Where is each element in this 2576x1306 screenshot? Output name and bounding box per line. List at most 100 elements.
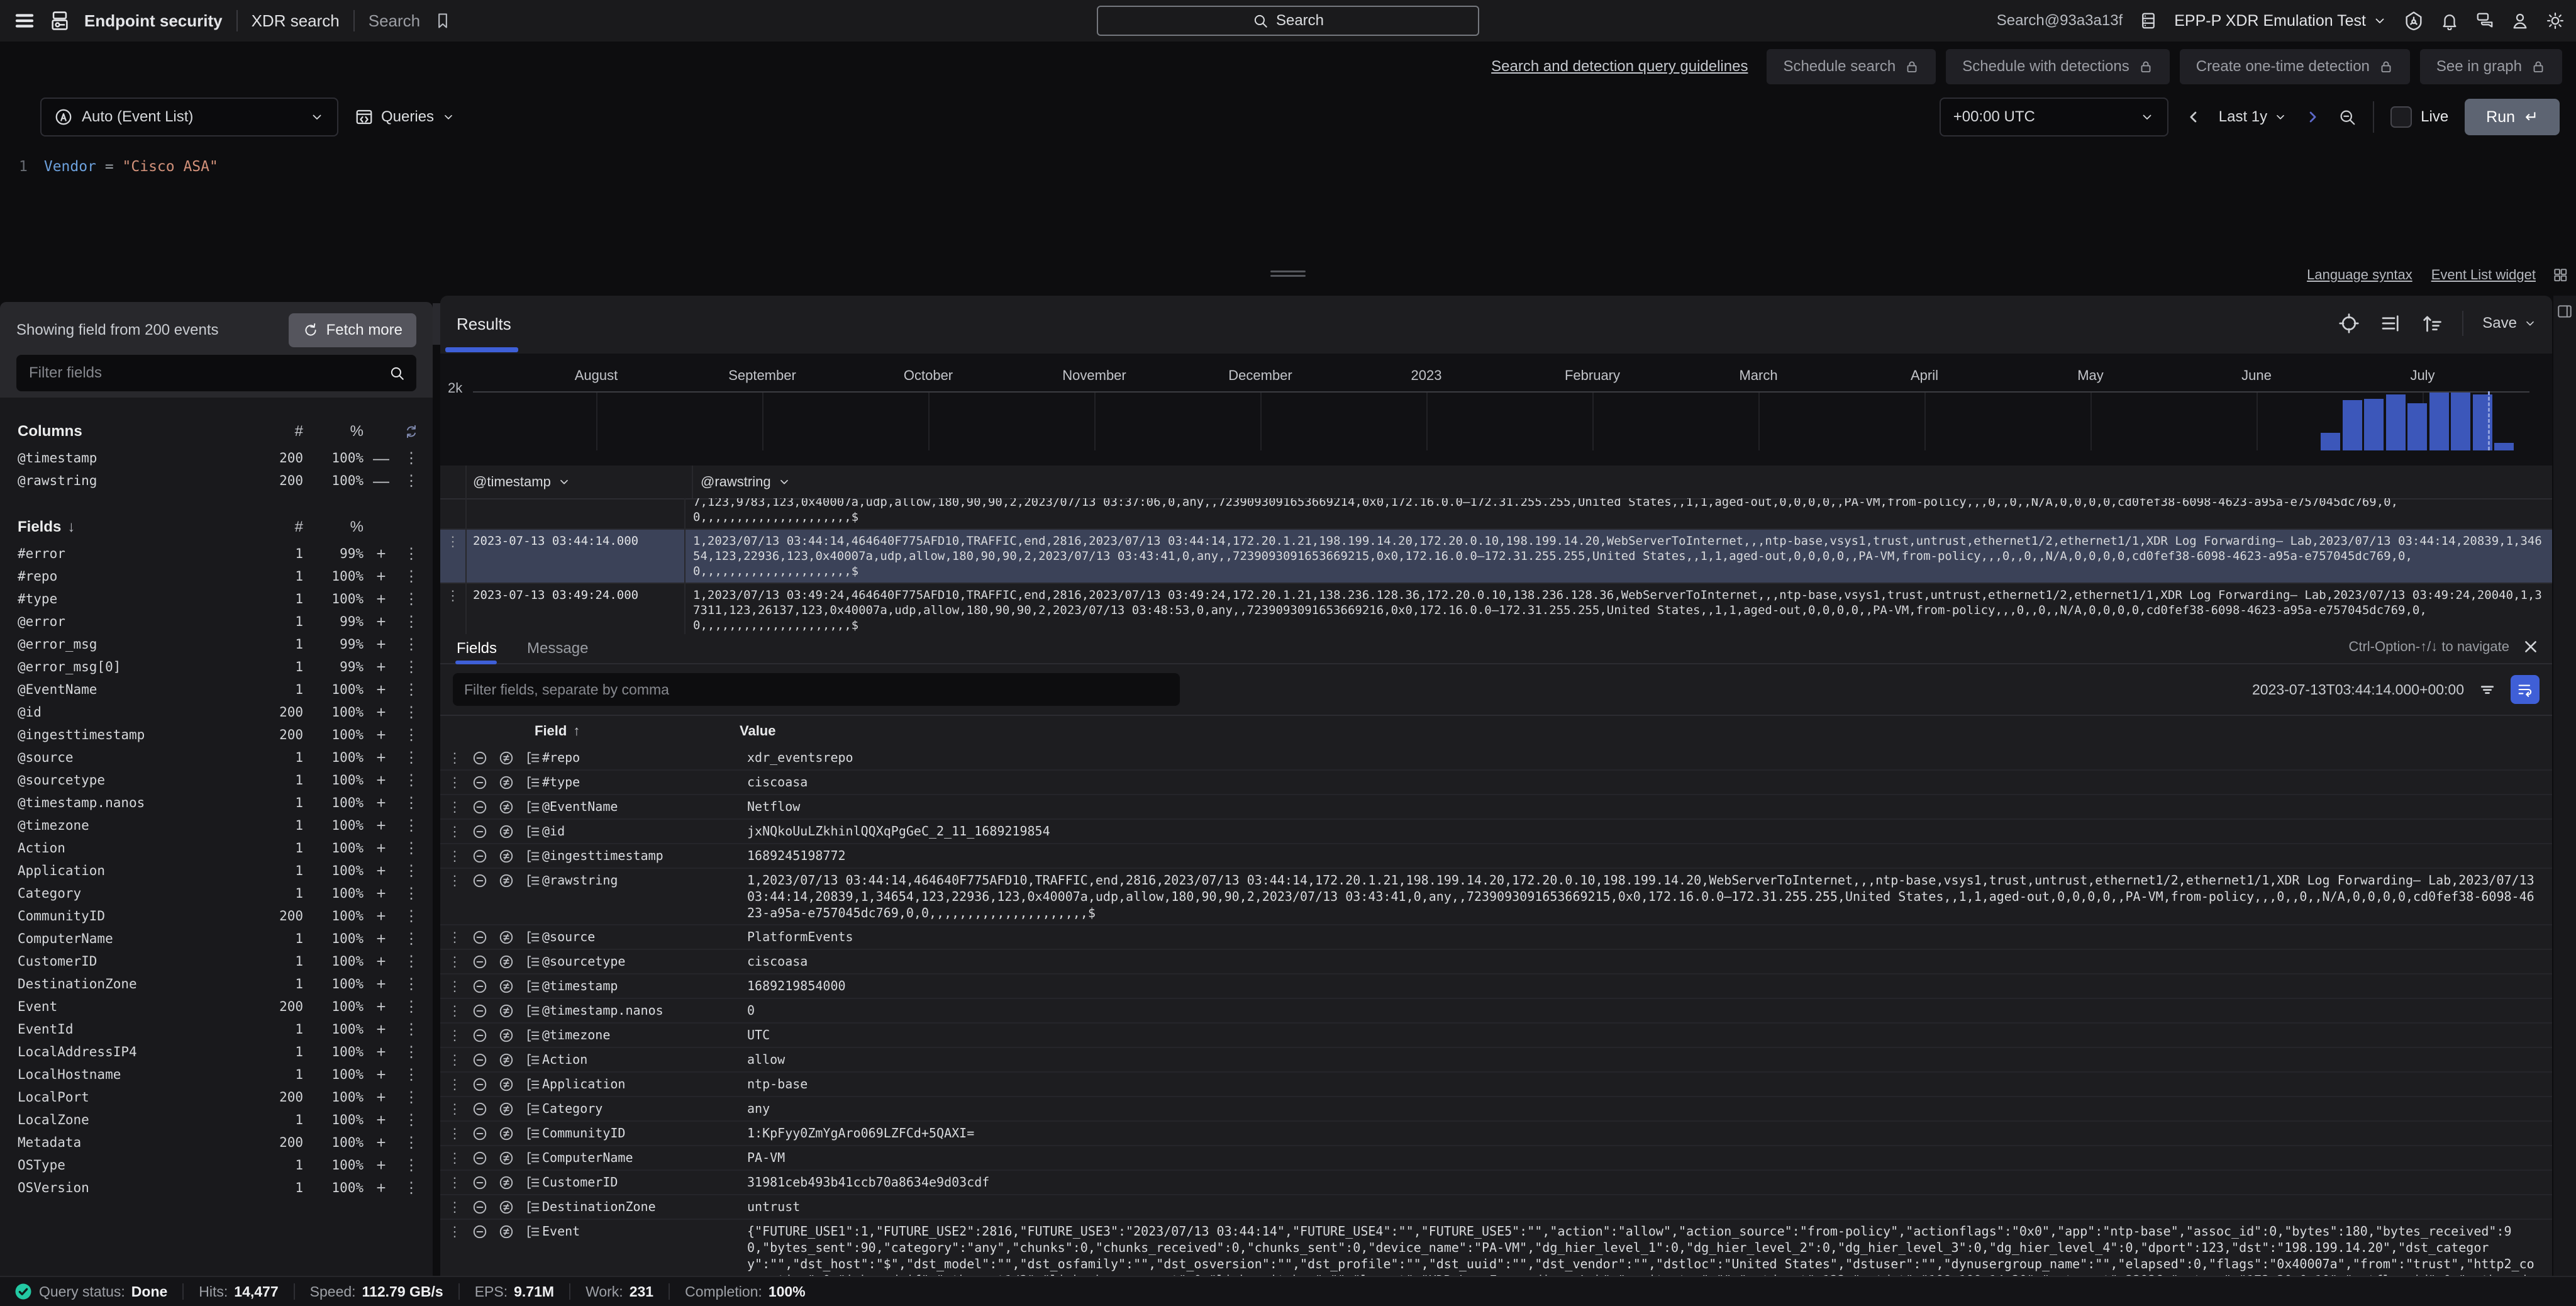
- filter-exclude-icon[interactable]: [472, 1175, 488, 1191]
- field-menu-kebab-icon[interactable]: ⋮: [399, 885, 424, 903]
- field-row[interactable]: @error_msg199%+⋮: [0, 633, 433, 656]
- add-field-button[interactable]: +: [364, 816, 399, 835]
- field-row[interactable]: @timezone1100%+⋮: [0, 814, 433, 837]
- field-row[interactable]: DestinationZone1100%+⋮: [0, 973, 433, 995]
- field-row[interactable]: OSType1100%+⋮: [0, 1154, 433, 1176]
- filter-not-equal-icon[interactable]: [498, 823, 514, 840]
- field-menu-kebab-icon[interactable]: ⋮: [399, 1156, 424, 1175]
- add-field-button[interactable]: +: [364, 861, 399, 881]
- field-row[interactable]: CustomerID1100%+⋮: [0, 950, 433, 973]
- group-by-icon[interactable]: [525, 978, 541, 995]
- group-by-icon[interactable]: [525, 774, 541, 791]
- histogram-bar[interactable]: [2321, 433, 2340, 450]
- detail-field-row[interactable]: ⋮@rawstring1,2023/07/13 03:44:14,464640F…: [440, 869, 2552, 925]
- detail-field-row[interactable]: ⋮Categoryany: [440, 1097, 2552, 1122]
- row-menu-kebab-icon[interactable]: ⋮: [448, 799, 462, 815]
- tab-message[interactable]: Message: [527, 640, 588, 657]
- global-search-input[interactable]: Search: [1097, 6, 1479, 36]
- add-field-button[interactable]: +: [364, 680, 399, 700]
- field-menu-kebab-icon[interactable]: ⋮: [399, 635, 424, 654]
- field-row[interactable]: OSVersion1100%+⋮: [0, 1176, 433, 1199]
- group-by-icon[interactable]: [525, 1150, 541, 1166]
- add-field-button[interactable]: +: [364, 1133, 399, 1153]
- field-row[interactable]: EventId1100%+⋮: [0, 1018, 433, 1041]
- group-by-icon[interactable]: [525, 848, 541, 864]
- field-row[interactable]: @error_msg[0]199%+⋮: [0, 656, 433, 678]
- event-list-widget-link[interactable]: Event List widget: [2431, 267, 2536, 283]
- row-menu-kebab-icon[interactable]: ⋮: [448, 774, 462, 791]
- field-menu-kebab-icon[interactable]: ⋮: [399, 907, 424, 925]
- add-field-button[interactable]: +: [364, 635, 399, 654]
- histogram-bar[interactable]: [2364, 399, 2384, 450]
- row-menu-kebab-icon[interactable]: ⋮: [448, 1175, 462, 1191]
- filter-not-equal-icon[interactable]: [498, 1076, 514, 1093]
- add-field-button[interactable]: +: [364, 974, 399, 994]
- field-menu-kebab-icon[interactable]: ⋮: [399, 839, 424, 857]
- add-field-button[interactable]: +: [364, 612, 399, 632]
- detail-field-row[interactable]: ⋮Event{"FUTURE_USE1":1,"FUTURE_USE2":281…: [440, 1220, 2552, 1277]
- group-by-icon[interactable]: [525, 954, 541, 970]
- action-button[interactable]: See in graph: [2420, 49, 2562, 84]
- field-menu-kebab-icon[interactable]: ⋮: [399, 1043, 424, 1061]
- field-menu-kebab-icon[interactable]: ⋮: [399, 726, 424, 744]
- filter-exclude-icon[interactable]: [472, 873, 488, 889]
- detail-field-row[interactable]: ⋮CommunityID1:KpFyy0ZmYgAro069LZFCd+5QAX…: [440, 1122, 2552, 1146]
- field-row[interactable]: #repo1100%+⋮: [0, 565, 433, 588]
- filter-not-equal-icon[interactable]: [498, 750, 514, 766]
- messages-chat-icon[interactable]: [2475, 11, 2494, 30]
- live-checkbox[interactable]: [2390, 106, 2412, 128]
- rawstring-column-header[interactable]: @rawstring: [693, 474, 2552, 490]
- time-back-button[interactable]: [2185, 108, 2202, 126]
- field-menu-kebab-icon[interactable]: ⋮: [399, 749, 424, 767]
- detail-field-row[interactable]: ⋮#repoxdr_eventsrepo: [440, 746, 2552, 771]
- timestamp-column-header[interactable]: @timestamp: [467, 466, 693, 498]
- field-row[interactable]: LocalAddressIP41100%+⋮: [0, 1041, 433, 1063]
- field-row[interactable]: LocalPort200100%+⋮: [0, 1086, 433, 1108]
- breadcrumb-product[interactable]: Endpoint security: [84, 11, 223, 31]
- data-connector-icon[interactable]: [2139, 11, 2158, 30]
- fetch-more-button[interactable]: Fetch more: [289, 313, 416, 347]
- target-crosshair-icon[interactable]: [2338, 312, 2360, 335]
- field-header-label[interactable]: Field: [535, 723, 567, 739]
- group-by-icon[interactable]: [525, 1027, 541, 1044]
- sync-columns-icon[interactable]: [403, 423, 419, 440]
- detail-field-row[interactable]: ⋮ComputerNamePA-VM: [440, 1146, 2552, 1171]
- filter-exclude-icon[interactable]: [472, 750, 488, 766]
- filter-not-equal-icon[interactable]: [498, 848, 514, 864]
- queries-dropdown[interactable]: Queries: [355, 108, 455, 126]
- filter-exclude-icon[interactable]: [472, 954, 488, 970]
- panel-resize-handle[interactable]: [1270, 271, 1306, 278]
- row-menu-kebab-icon[interactable]: ⋮: [448, 1150, 462, 1166]
- field-row[interactable]: @ingesttimestamp200100%+⋮: [0, 723, 433, 746]
- group-by-icon[interactable]: [525, 1003, 541, 1019]
- filter-not-equal-icon[interactable]: [498, 1101, 514, 1117]
- histogram-bar[interactable]: [2343, 400, 2362, 450]
- add-field-button[interactable]: +: [364, 1088, 399, 1107]
- field-row[interactable]: CommunityID200100%+⋮: [0, 905, 433, 927]
- add-field-button[interactable]: +: [364, 884, 399, 903]
- field-menu-kebab-icon[interactable]: ⋮: [399, 590, 424, 608]
- event-histogram[interactable]: 2k AugustSeptemberOctoberNovemberDecembe…: [440, 354, 2552, 466]
- theme-sun-icon[interactable]: [2546, 11, 2565, 30]
- field-row[interactable]: @EventName1100%+⋮: [0, 678, 433, 701]
- row-menu-kebab-icon[interactable]: ⋮: [448, 1076, 462, 1093]
- field-menu-kebab-icon[interactable]: ⋮: [399, 545, 424, 563]
- add-field-button[interactable]: +: [364, 793, 399, 813]
- field-row[interactable]: Action1100%+⋮: [0, 837, 433, 859]
- detail-field-row[interactable]: ⋮@EventNameNetflow: [440, 795, 2552, 820]
- event-row[interactable]: ⋮2023-07-13 03:44:14.0001,2023/07/13 03:…: [440, 530, 2552, 584]
- notifications-bell-icon[interactable]: [2440, 11, 2459, 30]
- field-menu-kebab-icon[interactable]: ⋮: [399, 794, 424, 812]
- row-menu-kebab-icon[interactable]: ⋮: [448, 954, 462, 970]
- filter-not-equal-icon[interactable]: [498, 929, 514, 946]
- row-menu-kebab-icon[interactable]: ⋮: [448, 1052, 462, 1068]
- field-row[interactable]: Event200100%+⋮: [0, 995, 433, 1018]
- field-row[interactable]: ComputerName1100%+⋮: [0, 927, 433, 950]
- row-menu-kebab-icon[interactable]: ⋮: [448, 929, 462, 946]
- panel-toggle-icon[interactable]: [2557, 303, 2573, 320]
- user-profile-icon[interactable]: [2511, 11, 2529, 30]
- close-icon[interactable]: [2522, 638, 2540, 656]
- detail-field-row[interactable]: ⋮@sourcePlatformEvents: [440, 925, 2552, 950]
- add-field-button[interactable]: +: [364, 997, 399, 1017]
- detail-field-row[interactable]: ⋮@sourcetypeciscoasa: [440, 950, 2552, 974]
